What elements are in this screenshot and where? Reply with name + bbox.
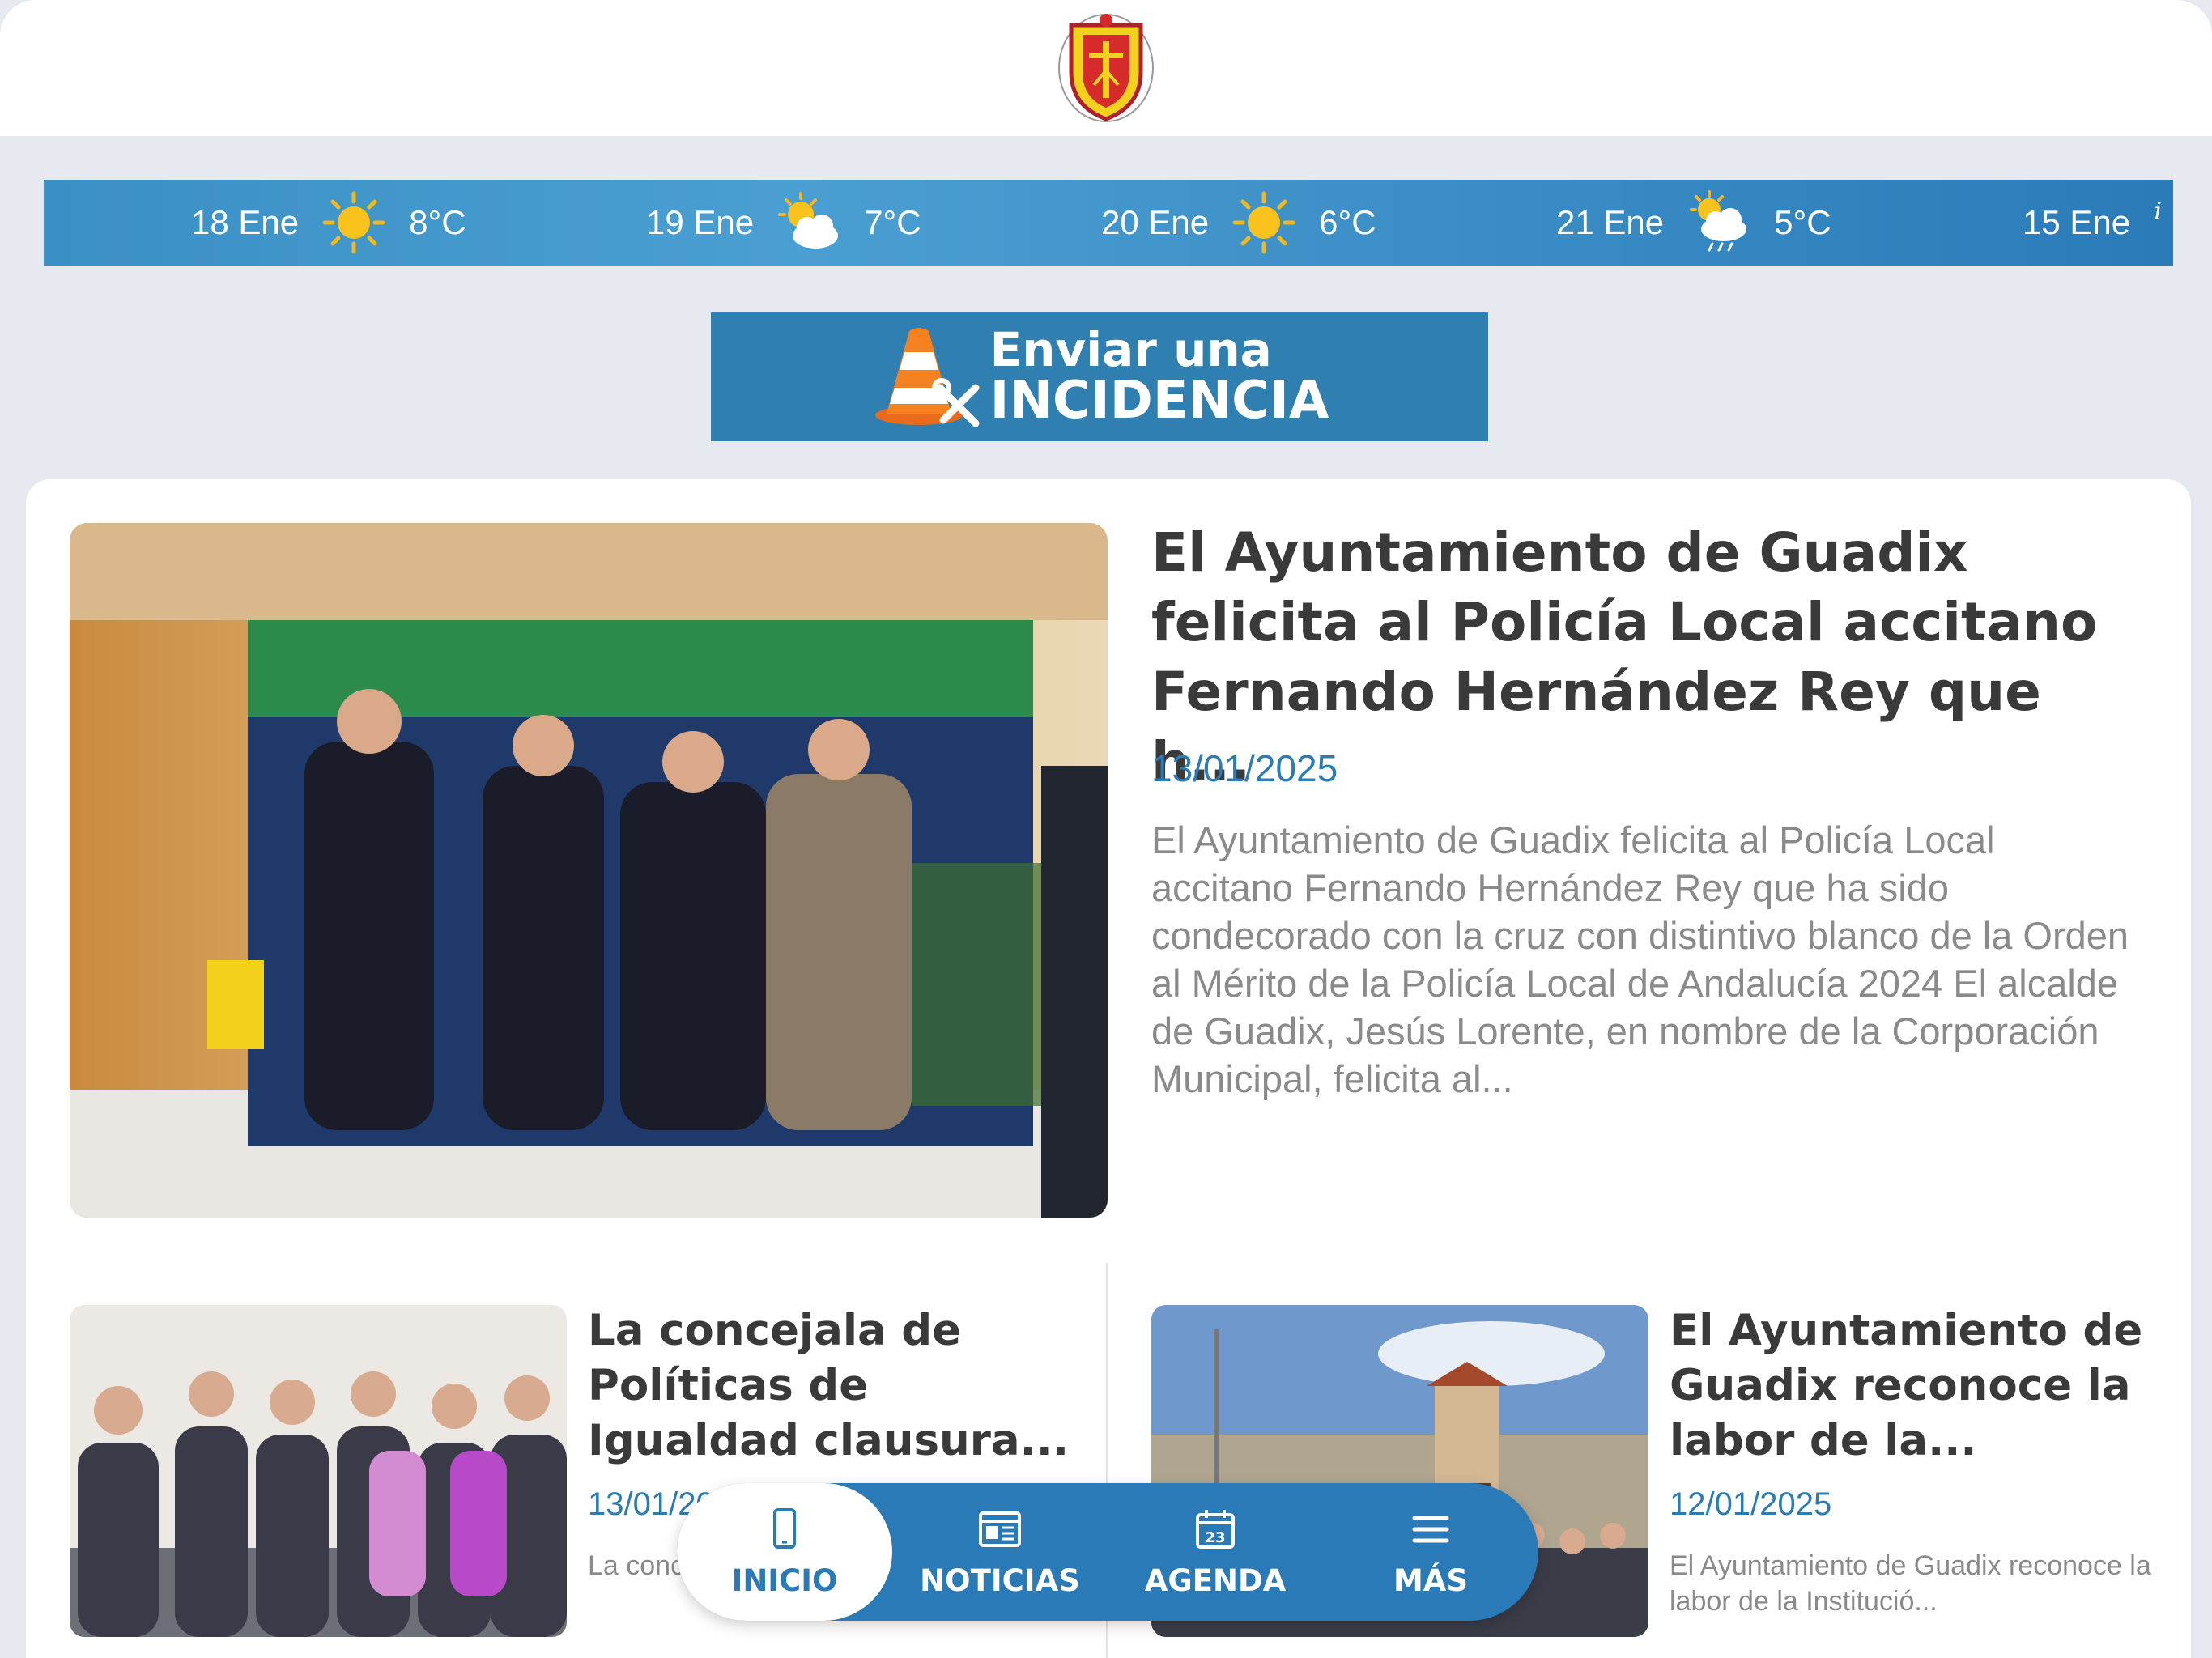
- featured-news-date: 13/01/2025: [1151, 747, 1338, 789]
- news-title[interactable]: La concejala de Políticas de Igualdad cl…: [588, 1303, 1074, 1469]
- news-title[interactable]: El Ayuntamiento de Guadix reconoce la la…: [1670, 1303, 2155, 1469]
- cloud-rain-sun-icon: [1690, 190, 1747, 252]
- tab-label: MÁS: [1393, 1562, 1469, 1598]
- sun-icon: [1232, 191, 1295, 254]
- tab-label: NOTICIAS: [920, 1562, 1080, 1598]
- coat-of-arms-logo[interactable]: [1053, 7, 1159, 129]
- partly-cloudy-icon: [778, 192, 839, 249]
- bottom-tab-bar: INICIO NOTICIAS 23 AGENDA MÁS: [677, 1483, 1538, 1621]
- tab-label: AGENDA: [1144, 1562, 1287, 1598]
- tab-inicio[interactable]: INICIO: [677, 1483, 892, 1621]
- weather-date: 20 Ene: [1101, 203, 1210, 241]
- weather-date: 18 Ene: [191, 203, 300, 241]
- weather-date: 15 Ene: [2023, 203, 2131, 241]
- weather-date: 19 Ene: [646, 203, 755, 241]
- weather-day: 21 Ene 5°C: [1556, 180, 1831, 266]
- incident-label-line2: INCIDENCIA: [989, 371, 1329, 431]
- news-summary[interactable]: El Ayuntamiento de Guadix reconoce la la…: [1670, 1548, 2155, 1619]
- newspaper-icon: [979, 1511, 1021, 1547]
- tab-agenda[interactable]: 23 AGENDA: [1108, 1483, 1323, 1621]
- weather-temp: 5°C: [1774, 203, 1831, 241]
- weather-forecast-bar[interactable]: 18 Ene 8°C 19 Ene 7°C 20 Ene 6°C 21 Ene …: [44, 180, 2173, 266]
- weather-day: 15 Ene: [2023, 180, 2130, 266]
- weather-date: 21 Ene: [1556, 203, 1665, 241]
- menu-icon: [1412, 1516, 1449, 1542]
- weather-day: 18 Ene 8°C: [191, 180, 466, 266]
- traffic-cone-icon: [874, 328, 980, 427]
- incident-label-line1: Enviar una: [989, 322, 1272, 377]
- news-date: 12/01/2025: [1670, 1486, 1832, 1522]
- weather-temp: 7°C: [864, 203, 921, 241]
- calendar-icon: 23: [1196, 1509, 1235, 1549]
- weather-day: 19 Ene 7°C: [646, 180, 921, 266]
- news-photo[interactable]: [70, 1305, 567, 1637]
- calendar-day-number: 23: [1205, 1529, 1225, 1546]
- app-header: [0, 0, 2212, 136]
- send-incident-button[interactable]: Enviar una INCIDENCIA: [711, 312, 1488, 441]
- weather-day: 20 Ene 6°C: [1101, 180, 1376, 266]
- featured-news-summary[interactable]: El Ayuntamiento de Guadix felicita al Po…: [1151, 816, 2139, 1103]
- weather-temp: 6°C: [1319, 203, 1376, 241]
- info-icon[interactable]: i: [2154, 198, 2162, 226]
- featured-news-photo[interactable]: [70, 523, 1108, 1218]
- tab-label: INICIO: [731, 1562, 838, 1598]
- tab-noticias[interactable]: NOTICIAS: [892, 1483, 1108, 1621]
- incident-label: Enviar una INCIDENCIA: [990, 326, 1329, 427]
- sun-icon: [322, 191, 385, 254]
- weather-temp: 8°C: [409, 203, 466, 241]
- tab-mas[interactable]: MÁS: [1323, 1483, 1538, 1621]
- phone-icon: [773, 1507, 796, 1549]
